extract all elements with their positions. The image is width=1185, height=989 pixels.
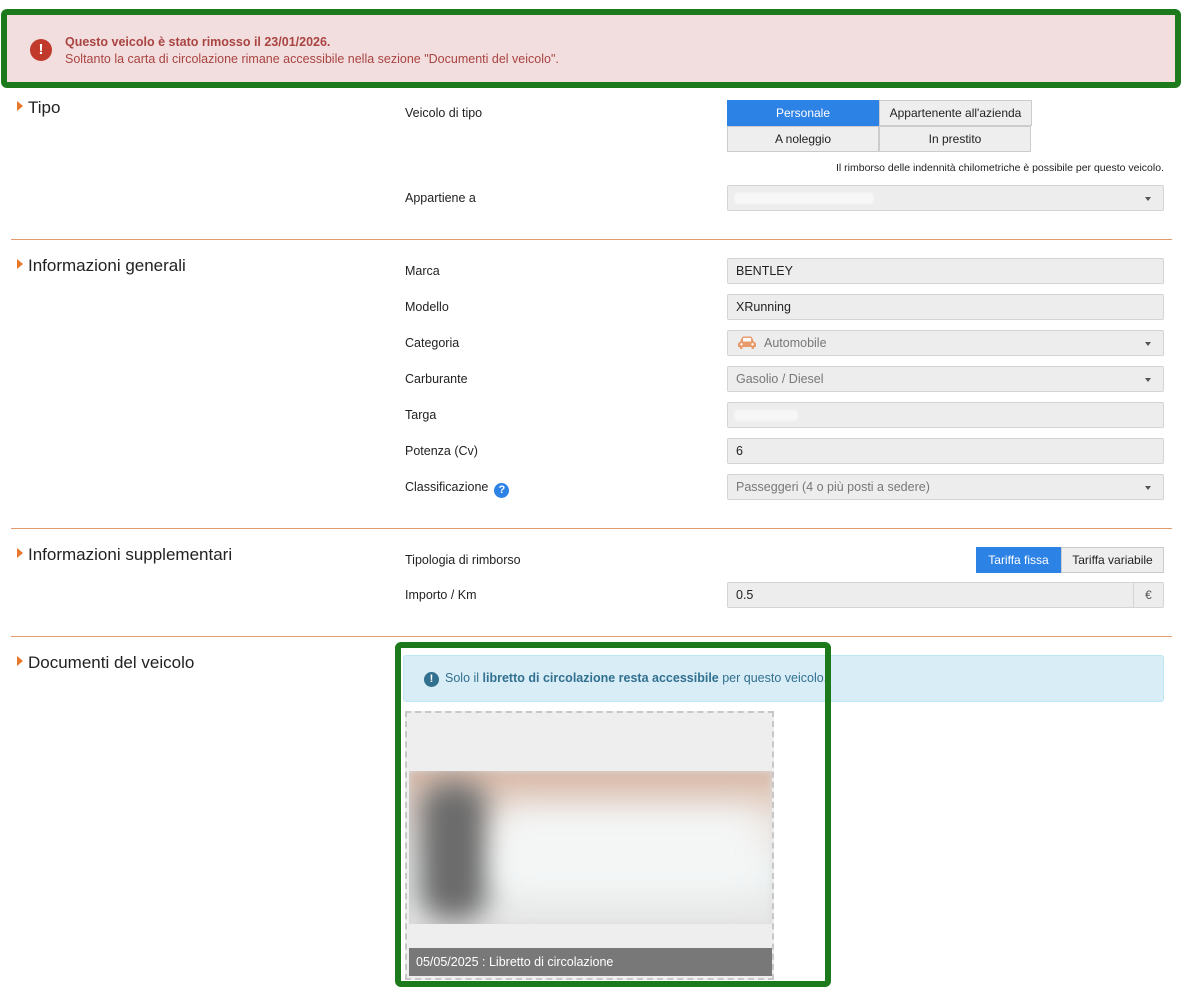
rimborso-label: Tipologia di rimborso [405, 553, 521, 567]
car-icon [738, 336, 756, 349]
categoria-value: Automobile [764, 336, 827, 350]
owner-label: Appartiene a [405, 191, 476, 205]
section-title-documenti[interactable]: Documenti del veicolo [17, 653, 194, 673]
section-title-supplementari[interactable]: Informazioni supplementari [17, 545, 232, 565]
type-option-personale[interactable]: Personale [727, 100, 879, 126]
section-divider [11, 528, 1172, 529]
carburante-label: Carburante [405, 372, 468, 386]
section-title-generali[interactable]: Informazioni generali [17, 256, 186, 276]
alert-message: Soltanto la carta di circolazione rimane… [65, 52, 559, 66]
rimborso-option-fissa[interactable]: Tariffa fissa [976, 547, 1061, 573]
caret-right-icon [17, 656, 23, 666]
importo-value: 0.5 [736, 588, 754, 602]
caret-right-icon [17, 259, 23, 269]
categoria-label: Categoria [405, 336, 460, 350]
alert-title: Questo veicolo è stato rimosso il 23/01/… [65, 35, 331, 49]
categoria-select[interactable]: Automobile [727, 330, 1164, 356]
mileage-note: Il rimborso delle indennità chilometrich… [835, 162, 1164, 174]
potenza-field[interactable]: 6 [727, 438, 1164, 464]
marca-field[interactable]: BENTLEY [727, 258, 1164, 284]
section-divider [11, 239, 1172, 240]
removed-vehicle-alert: ! Questo veicolo è stato rimosso il 23/0… [1, 9, 1181, 88]
vehicle-type-label: Veicolo di tipo [405, 106, 483, 120]
rimborso-option-variabile[interactable]: Tariffa variabile [1061, 547, 1164, 573]
redacted-owner [734, 193, 874, 204]
classificazione-select[interactable]: Passeggeri (4 o più posti a sedere) [727, 474, 1164, 500]
type-option-prestito[interactable]: In prestito [879, 126, 1031, 152]
owner-select[interactable] [727, 185, 1164, 211]
documents-highlight-frame [395, 642, 831, 987]
classificazione-label: Classificazione? [405, 480, 510, 498]
modello-label: Modello [405, 300, 449, 314]
currency-addon: € [1133, 582, 1163, 608]
importo-label: Importo / Km [405, 588, 477, 602]
caret-right-icon [17, 548, 23, 558]
redacted-plate [734, 410, 798, 421]
importo-field[interactable]: 0.5 € [727, 582, 1164, 608]
section-title-tipo[interactable]: Tipo [17, 98, 60, 118]
type-option-noleggio[interactable]: A noleggio [727, 126, 879, 152]
carburante-select[interactable]: Gasolio / Diesel [727, 366, 1164, 392]
caret-right-icon [17, 101, 23, 111]
section-divider [11, 636, 1172, 637]
exclamation-icon: ! [30, 39, 52, 61]
targa-label: Targa [405, 408, 437, 422]
marca-label: Marca [405, 264, 440, 278]
targa-field[interactable] [727, 402, 1164, 428]
type-option-azienda[interactable]: Appartenente all'azienda [879, 100, 1032, 126]
help-icon[interactable]: ? [494, 483, 510, 498]
modello-field[interactable]: XRunning [727, 294, 1164, 320]
potenza-label: Potenza (Cv) [405, 444, 478, 458]
